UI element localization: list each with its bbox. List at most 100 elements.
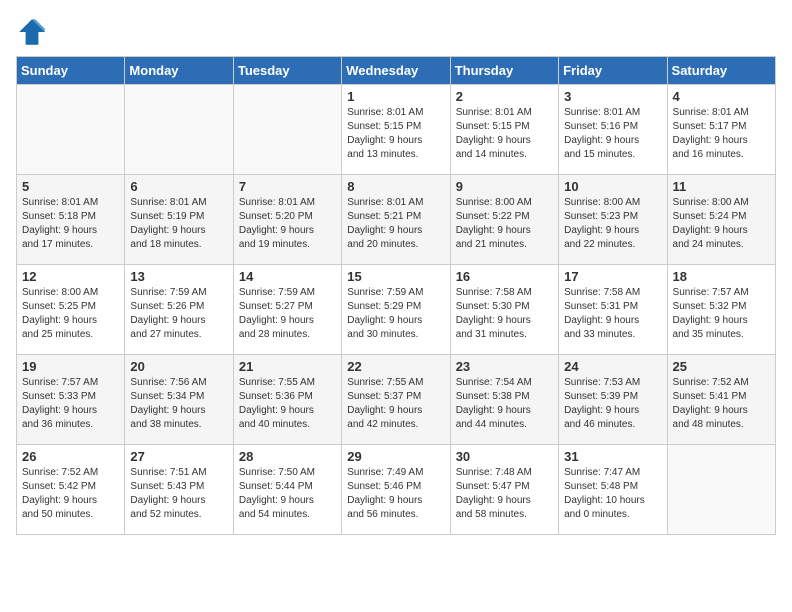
- day-number: 9: [456, 179, 553, 194]
- day-info: Sunrise: 8:00 AM Sunset: 5:22 PM Dayligh…: [456, 196, 553, 252]
- day-info: Sunrise: 8:01 AM Sunset: 5:19 PM Dayligh…: [130, 196, 227, 252]
- day-info: Sunrise: 7:58 AM Sunset: 5:31 PM Dayligh…: [564, 286, 661, 342]
- day-header-tuesday: Tuesday: [233, 57, 341, 85]
- day-number: 1: [347, 89, 444, 104]
- day-header-monday: Monday: [125, 57, 233, 85]
- day-info: Sunrise: 8:00 AM Sunset: 5:23 PM Dayligh…: [564, 196, 661, 252]
- calendar-cell: 6 Sunrise: 8:01 AM Sunset: 5:19 PM Daylig…: [125, 175, 233, 265]
- day-number: 15: [347, 269, 444, 284]
- calendar-week-4: 19Sunrise: 7:57 AM Sunset: 5:33 PM Dayli…: [17, 355, 776, 445]
- calendar-cell: 21 Sunrise: 7:55 AM Sunset: 5:36 PM Dayli…: [233, 355, 341, 445]
- day-header-friday: Friday: [559, 57, 667, 85]
- day-info: Sunrise: 7:49 AM Sunset: 5:46 PM Dayligh…: [347, 466, 444, 522]
- day-info: Sunrise: 8:01 AM Sunset: 5:20 PM Dayligh…: [239, 196, 336, 252]
- day-number: 22: [347, 359, 444, 374]
- day-number: 8: [347, 179, 444, 194]
- calendar-cell: 16Sunrise: 7:58 AM Sunset: 5:30 PM Dayli…: [450, 265, 558, 355]
- day-info: Sunrise: 7:55 AM Sunset: 5:37 PM Dayligh…: [347, 376, 444, 432]
- day-number: 5: [22, 179, 119, 194]
- day-number: 10: [564, 179, 661, 194]
- day-number: 16: [456, 269, 553, 284]
- calendar-cell: 2Sunrise: 8:01 AM Sunset: 5:15 PM Daylig…: [450, 85, 558, 175]
- calendar-cell: 14 Sunrise: 7:59 AM Sunset: 5:27 PM Dayli…: [233, 265, 341, 355]
- calendar-cell: 9 Sunrise: 8:00 AM Sunset: 5:22 PM Daylig…: [450, 175, 558, 265]
- calendar-week-5: 26 Sunrise: 7:52 AM Sunset: 5:42 PM Dayli…: [17, 445, 776, 535]
- calendar-cell: 3 Sunrise: 8:01 AM Sunset: 5:16 PM Daylig…: [559, 85, 667, 175]
- day-number: 26: [22, 449, 119, 464]
- day-number: 25: [673, 359, 770, 374]
- logo: [16, 16, 52, 48]
- day-info: Sunrise: 7:52 AM Sunset: 5:41 PM Dayligh…: [673, 376, 770, 432]
- calendar-cell: 31 Sunrise: 7:47 AM Sunset: 5:48 PM Dayli…: [559, 445, 667, 535]
- day-info: Sunrise: 7:59 AM Sunset: 5:26 PM Dayligh…: [130, 286, 227, 342]
- calendar-week-3: 12 Sunrise: 8:00 AM Sunset: 5:25 PM Dayli…: [17, 265, 776, 355]
- day-number: 29: [347, 449, 444, 464]
- calendar-cell: 8 Sunrise: 8:01 AM Sunset: 5:21 PM Daylig…: [342, 175, 450, 265]
- day-number: 11: [673, 179, 770, 194]
- day-number: 4: [673, 89, 770, 104]
- calendar-cell: [233, 85, 341, 175]
- day-header-wednesday: Wednesday: [342, 57, 450, 85]
- day-info: Sunrise: 7:59 AM Sunset: 5:29 PM Dayligh…: [347, 286, 444, 342]
- day-info: Sunrise: 8:00 AM Sunset: 5:25 PM Dayligh…: [22, 286, 119, 342]
- day-number: 18: [673, 269, 770, 284]
- day-number: 6: [130, 179, 227, 194]
- page-header: [16, 16, 776, 48]
- day-number: 23: [456, 359, 553, 374]
- day-info: Sunrise: 7:55 AM Sunset: 5:36 PM Dayligh…: [239, 376, 336, 432]
- day-info: Sunrise: 7:54 AM Sunset: 5:38 PM Dayligh…: [456, 376, 553, 432]
- calendar-cell: 18 Sunrise: 7:57 AM Sunset: 5:32 PM Dayli…: [667, 265, 775, 355]
- calendar-cell: 10 Sunrise: 8:00 AM Sunset: 5:23 PM Dayli…: [559, 175, 667, 265]
- day-info: Sunrise: 8:01 AM Sunset: 5:18 PM Dayligh…: [22, 196, 119, 252]
- calendar-cell: 25 Sunrise: 7:52 AM Sunset: 5:41 PM Dayli…: [667, 355, 775, 445]
- day-info: Sunrise: 7:47 AM Sunset: 5:48 PM Dayligh…: [564, 466, 661, 522]
- day-number: 27: [130, 449, 227, 464]
- day-number: 21: [239, 359, 336, 374]
- day-info: Sunrise: 8:01 AM Sunset: 5:15 PM Dayligh…: [347, 106, 444, 162]
- calendar-cell: [125, 85, 233, 175]
- day-number: 28: [239, 449, 336, 464]
- day-number: 19: [22, 359, 119, 374]
- calendar-cell: 1 Sunrise: 8:01 AM Sunset: 5:15 PM Daylig…: [342, 85, 450, 175]
- calendar-cell: 20Sunrise: 7:56 AM Sunset: 5:34 PM Dayli…: [125, 355, 233, 445]
- calendar-cell: 30Sunrise: 7:48 AM Sunset: 5:47 PM Dayli…: [450, 445, 558, 535]
- calendar-cell: 26 Sunrise: 7:52 AM Sunset: 5:42 PM Dayli…: [17, 445, 125, 535]
- day-info: Sunrise: 7:59 AM Sunset: 5:27 PM Dayligh…: [239, 286, 336, 342]
- day-number: 24: [564, 359, 661, 374]
- day-number: 17: [564, 269, 661, 284]
- day-info: Sunrise: 8:01 AM Sunset: 5:17 PM Dayligh…: [673, 106, 770, 162]
- calendar-cell: 23 Sunrise: 7:54 AM Sunset: 5:38 PM Dayli…: [450, 355, 558, 445]
- calendar-cell: 29 Sunrise: 7:49 AM Sunset: 5:46 PM Dayli…: [342, 445, 450, 535]
- day-info: Sunrise: 7:53 AM Sunset: 5:39 PM Dayligh…: [564, 376, 661, 432]
- day-header-thursday: Thursday: [450, 57, 558, 85]
- calendar-cell: 4 Sunrise: 8:01 AM Sunset: 5:17 PM Daylig…: [667, 85, 775, 175]
- day-number: 13: [130, 269, 227, 284]
- day-info: Sunrise: 7:52 AM Sunset: 5:42 PM Dayligh…: [22, 466, 119, 522]
- day-number: 12: [22, 269, 119, 284]
- day-number: 31: [564, 449, 661, 464]
- calendar-cell: 28Sunrise: 7:50 AM Sunset: 5:44 PM Dayli…: [233, 445, 341, 535]
- day-number: 3: [564, 89, 661, 104]
- day-number: 14: [239, 269, 336, 284]
- calendar-cell: 5 Sunrise: 8:01 AM Sunset: 5:18 PM Daylig…: [17, 175, 125, 265]
- day-number: 30: [456, 449, 553, 464]
- calendar-cell: 19Sunrise: 7:57 AM Sunset: 5:33 PM Dayli…: [17, 355, 125, 445]
- day-info: Sunrise: 8:00 AM Sunset: 5:24 PM Dayligh…: [673, 196, 770, 252]
- calendar-cell: [17, 85, 125, 175]
- logo-icon: [16, 16, 48, 48]
- day-header-sunday: Sunday: [17, 57, 125, 85]
- calendar-cell: 27Sunrise: 7:51 AM Sunset: 5:43 PM Dayli…: [125, 445, 233, 535]
- day-info: Sunrise: 7:56 AM Sunset: 5:34 PM Dayligh…: [130, 376, 227, 432]
- day-info: Sunrise: 8:01 AM Sunset: 5:21 PM Dayligh…: [347, 196, 444, 252]
- calendar-cell: 7 Sunrise: 8:01 AM Sunset: 5:20 PM Daylig…: [233, 175, 341, 265]
- calendar-cell: 12 Sunrise: 8:00 AM Sunset: 5:25 PM Dayli…: [17, 265, 125, 355]
- day-info: Sunrise: 8:01 AM Sunset: 5:16 PM Dayligh…: [564, 106, 661, 162]
- calendar-cell: 22 Sunrise: 7:55 AM Sunset: 5:37 PM Dayli…: [342, 355, 450, 445]
- calendar-header-row: SundayMondayTuesdayWednesdayThursdayFrid…: [17, 57, 776, 85]
- calendar-cell: 15 Sunrise: 7:59 AM Sunset: 5:29 PM Dayli…: [342, 265, 450, 355]
- day-info: Sunrise: 7:57 AM Sunset: 5:32 PM Dayligh…: [673, 286, 770, 342]
- day-number: 7: [239, 179, 336, 194]
- calendar-cell: 11 Sunrise: 8:00 AM Sunset: 5:24 PM Dayli…: [667, 175, 775, 265]
- day-info: Sunrise: 8:01 AM Sunset: 5:15 PM Dayligh…: [456, 106, 553, 162]
- calendar-cell: 24 Sunrise: 7:53 AM Sunset: 5:39 PM Dayli…: [559, 355, 667, 445]
